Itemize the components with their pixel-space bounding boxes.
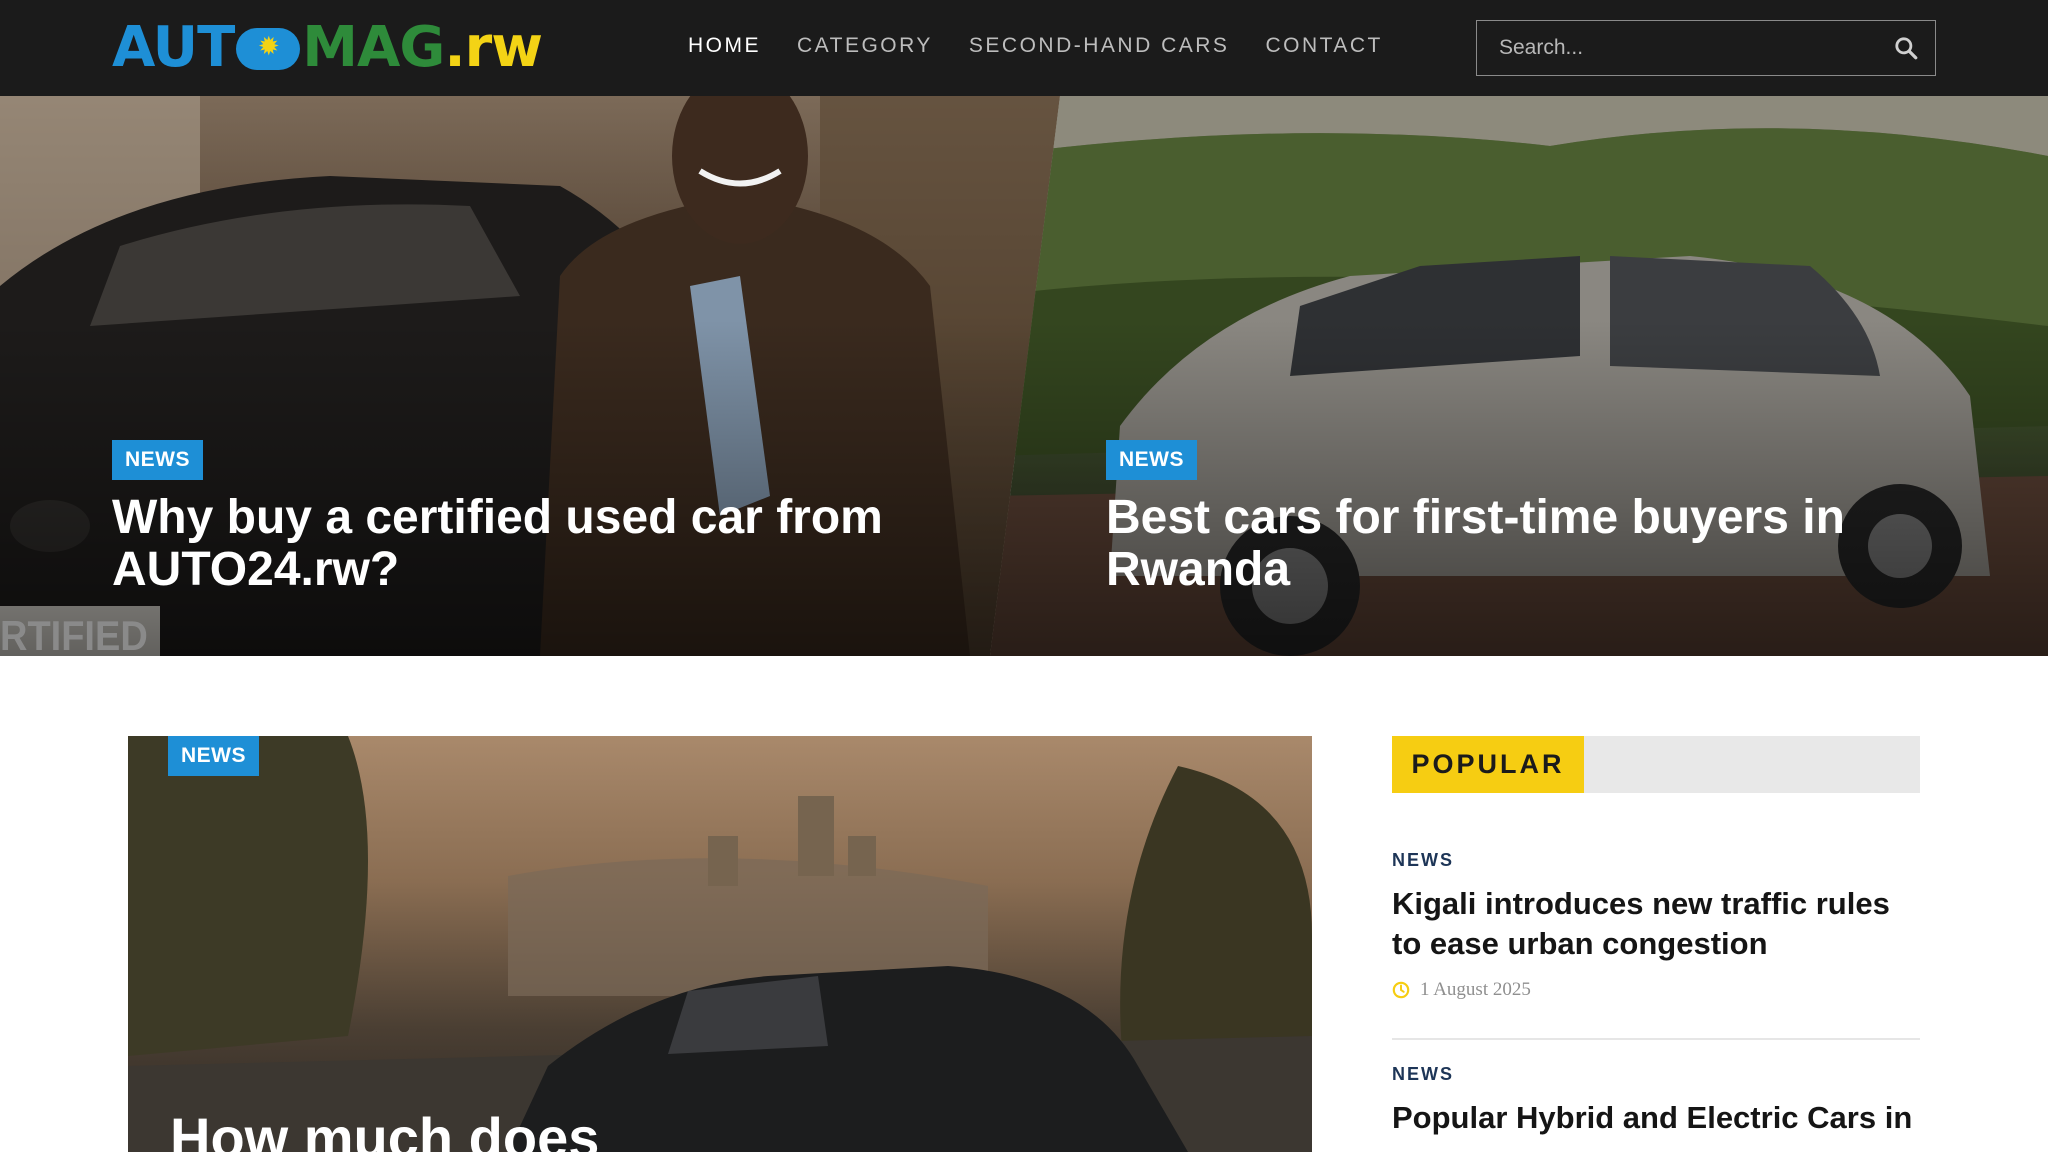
- hero-slide-first-time-buyers[interactable]: NEWS Best cars for first-time buyers in …: [990, 96, 2048, 656]
- popular-item-category[interactable]: NEWS: [1392, 848, 1920, 872]
- logo-text-mag: MAG: [302, 15, 445, 80]
- search-icon[interactable]: [1893, 35, 1919, 61]
- category-badge[interactable]: NEWS: [1106, 440, 1197, 480]
- hero-title[interactable]: Why buy a certified used car from AUTO24…: [112, 492, 932, 596]
- plate-text: RTIFIED: [0, 613, 148, 656]
- search-input[interactable]: [1477, 21, 1877, 74]
- top-navbar: AUT MAG .rw HOME CATEGORY SECOND-HAND CA…: [0, 0, 2048, 96]
- popular-item[interactable]: NEWS Popular Hybrid and Electric Cars in: [1392, 1062, 1920, 1138]
- hero-slide-certified[interactable]: NEWS RTIFIED Why buy a certified used ca…: [0, 96, 1060, 656]
- nav-item-category[interactable]: CATEGORY: [797, 30, 933, 62]
- popular-item-title[interactable]: Kigali introduces new traffic rules to e…: [1392, 884, 1920, 964]
- popular-header: POPULAR: [1392, 736, 1920, 793]
- nav-item-second-hand-cars[interactable]: SECOND-HAND CARS: [969, 30, 1230, 62]
- main-menu: HOME CATEGORY SECOND-HAND CARS CONTACT: [688, 30, 1383, 62]
- featured-title[interactable]: How much does: [170, 1108, 599, 1152]
- logo-text-auto: AUT: [112, 15, 235, 80]
- site-logo[interactable]: AUT MAG .rw: [112, 15, 543, 80]
- hero-title[interactable]: Best cars for first-time buyers in Rwand…: [1106, 492, 1926, 596]
- popular-item[interactable]: NEWS Kigali introduces new traffic rules…: [1392, 848, 1920, 1002]
- featured-image-sedan: [128, 736, 1312, 1152]
- popular-item-date: 1 August 2025: [1420, 979, 1531, 1000]
- nav-item-home[interactable]: HOME: [688, 30, 761, 62]
- divider: [1392, 1038, 1920, 1040]
- clock-icon: [1392, 981, 1410, 999]
- category-badge[interactable]: NEWS: [168, 736, 259, 776]
- search-box: [1476, 20, 1936, 76]
- logo-text-rw: .rw: [444, 15, 543, 80]
- hero-slider: NEWS RTIFIED Why buy a certified used ca…: [0, 96, 2048, 656]
- category-badge[interactable]: NEWS: [112, 440, 203, 480]
- popular-heading: POPULAR: [1392, 736, 1584, 793]
- popular-item-category[interactable]: NEWS: [1392, 1062, 1920, 1086]
- nav-item-contact[interactable]: CONTACT: [1265, 30, 1382, 62]
- popular-item-title[interactable]: Popular Hybrid and Electric Cars in: [1392, 1098, 1920, 1138]
- featured-article[interactable]: NEWS How much does: [128, 736, 1312, 1152]
- popular-item-meta: 1 August 2025: [1392, 978, 1920, 1002]
- sun-icon: [236, 26, 301, 70]
